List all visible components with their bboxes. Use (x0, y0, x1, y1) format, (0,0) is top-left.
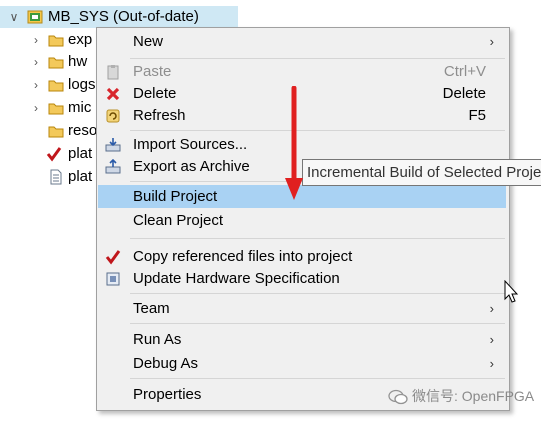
menu-item-update-hardware-spec[interactable]: Update Hardware Specification (98, 267, 506, 290)
menu-separator (130, 238, 505, 239)
folder-icon (48, 126, 64, 138)
wechat-icon (388, 390, 408, 405)
menu-item-label: Delete (133, 85, 177, 102)
tree-item-label: plat (68, 145, 93, 162)
menu-item-debug-as[interactable]: Debug As › (98, 352, 506, 375)
menu-item-label: Refresh (133, 107, 186, 124)
menu-item-clean-project[interactable]: Clean Project (98, 209, 506, 232)
menu-item-label: Properties (133, 386, 202, 403)
menu-item-shortcut: F5 (468, 107, 486, 124)
menu-item-label: New (133, 33, 164, 50)
menu-item-label: Team (133, 300, 170, 317)
chevron-down-icon[interactable]: ∨ (8, 6, 20, 28)
mouse-cursor-icon (504, 280, 519, 303)
folder-icon (48, 80, 64, 92)
import-icon (105, 138, 121, 152)
menu-separator (130, 323, 505, 324)
text-file-icon (50, 169, 62, 185)
red-arrow-annotation-icon (285, 86, 303, 200)
tooltip-build-project: Incremental Build of Selected Projects (302, 159, 541, 186)
tree-root-mb-sys[interactable]: ∨ MB_SYS (Out-of-date) (0, 6, 238, 28)
chevron-right-icon[interactable]: › (30, 29, 42, 51)
export-icon (105, 159, 121, 174)
menu-item-run-as[interactable]: Run As › (98, 328, 506, 351)
menu-separator (130, 130, 505, 131)
tree-item-label: exp (68, 31, 93, 48)
folder-icon (48, 57, 64, 69)
menu-item-label: Run As (133, 331, 182, 348)
watermark: 微信号: OpenFPGA (388, 384, 534, 408)
menu-item-label: Import Sources... (133, 136, 248, 153)
submenu-arrow-icon: › (489, 301, 494, 316)
menu-separator (130, 378, 505, 379)
chevron-right-icon[interactable]: › (30, 74, 42, 96)
menu-item-label: Update Hardware Specification (133, 270, 340, 287)
submenu-arrow-icon: › (489, 34, 494, 49)
menu-item-shortcut: Delete (442, 85, 486, 102)
tree-item-label: logs (68, 76, 96, 93)
menu-separator (130, 58, 505, 59)
menu-item-team[interactable]: Team › (98, 297, 506, 320)
menu-item-shortcut: Ctrl+V (443, 63, 486, 80)
tree-item-label: mic (68, 99, 92, 116)
check-red-icon (105, 250, 121, 265)
project-icon (27, 10, 43, 24)
folder-icon (48, 35, 64, 47)
menu-item-label: Copy referenced files into project (133, 248, 353, 265)
submenu-arrow-icon: › (489, 332, 494, 347)
tree-item-label: plat (68, 168, 93, 185)
delete-icon (106, 87, 120, 101)
paste-icon (107, 65, 119, 80)
menu-item-paste[interactable]: Paste Ctrl+V (98, 60, 506, 83)
check-file-icon (46, 147, 62, 162)
menu-item-label: Debug As (133, 355, 199, 372)
context-menu: New › Paste Ctrl+V Delete Delete Refresh… (96, 27, 510, 411)
chevron-right-icon[interactable]: › (30, 51, 42, 73)
menu-item-copy-referenced-files[interactable]: Copy referenced files into project (98, 245, 506, 268)
watermark-text: 微信号: OpenFPGA (412, 388, 535, 404)
submenu-arrow-icon: › (489, 356, 494, 371)
chevron-right-icon[interactable]: › (30, 97, 42, 119)
tree-item-label: hw (68, 53, 88, 70)
menu-item-label: Export as Archive (133, 158, 250, 175)
folder-icon (48, 103, 64, 115)
menu-separator (130, 293, 505, 294)
tree-item-label: reso (68, 122, 98, 139)
refresh-icon (106, 109, 120, 123)
menu-item-label: Paste (133, 63, 172, 80)
tree-root-label: MB_SYS (Out-of-date) (48, 8, 199, 25)
hardware-spec-icon (106, 272, 120, 286)
menu-item-label: Clean Project (133, 212, 224, 229)
menu-item-new[interactable]: New › (98, 30, 506, 53)
menu-item-label: Build Project (133, 188, 218, 205)
